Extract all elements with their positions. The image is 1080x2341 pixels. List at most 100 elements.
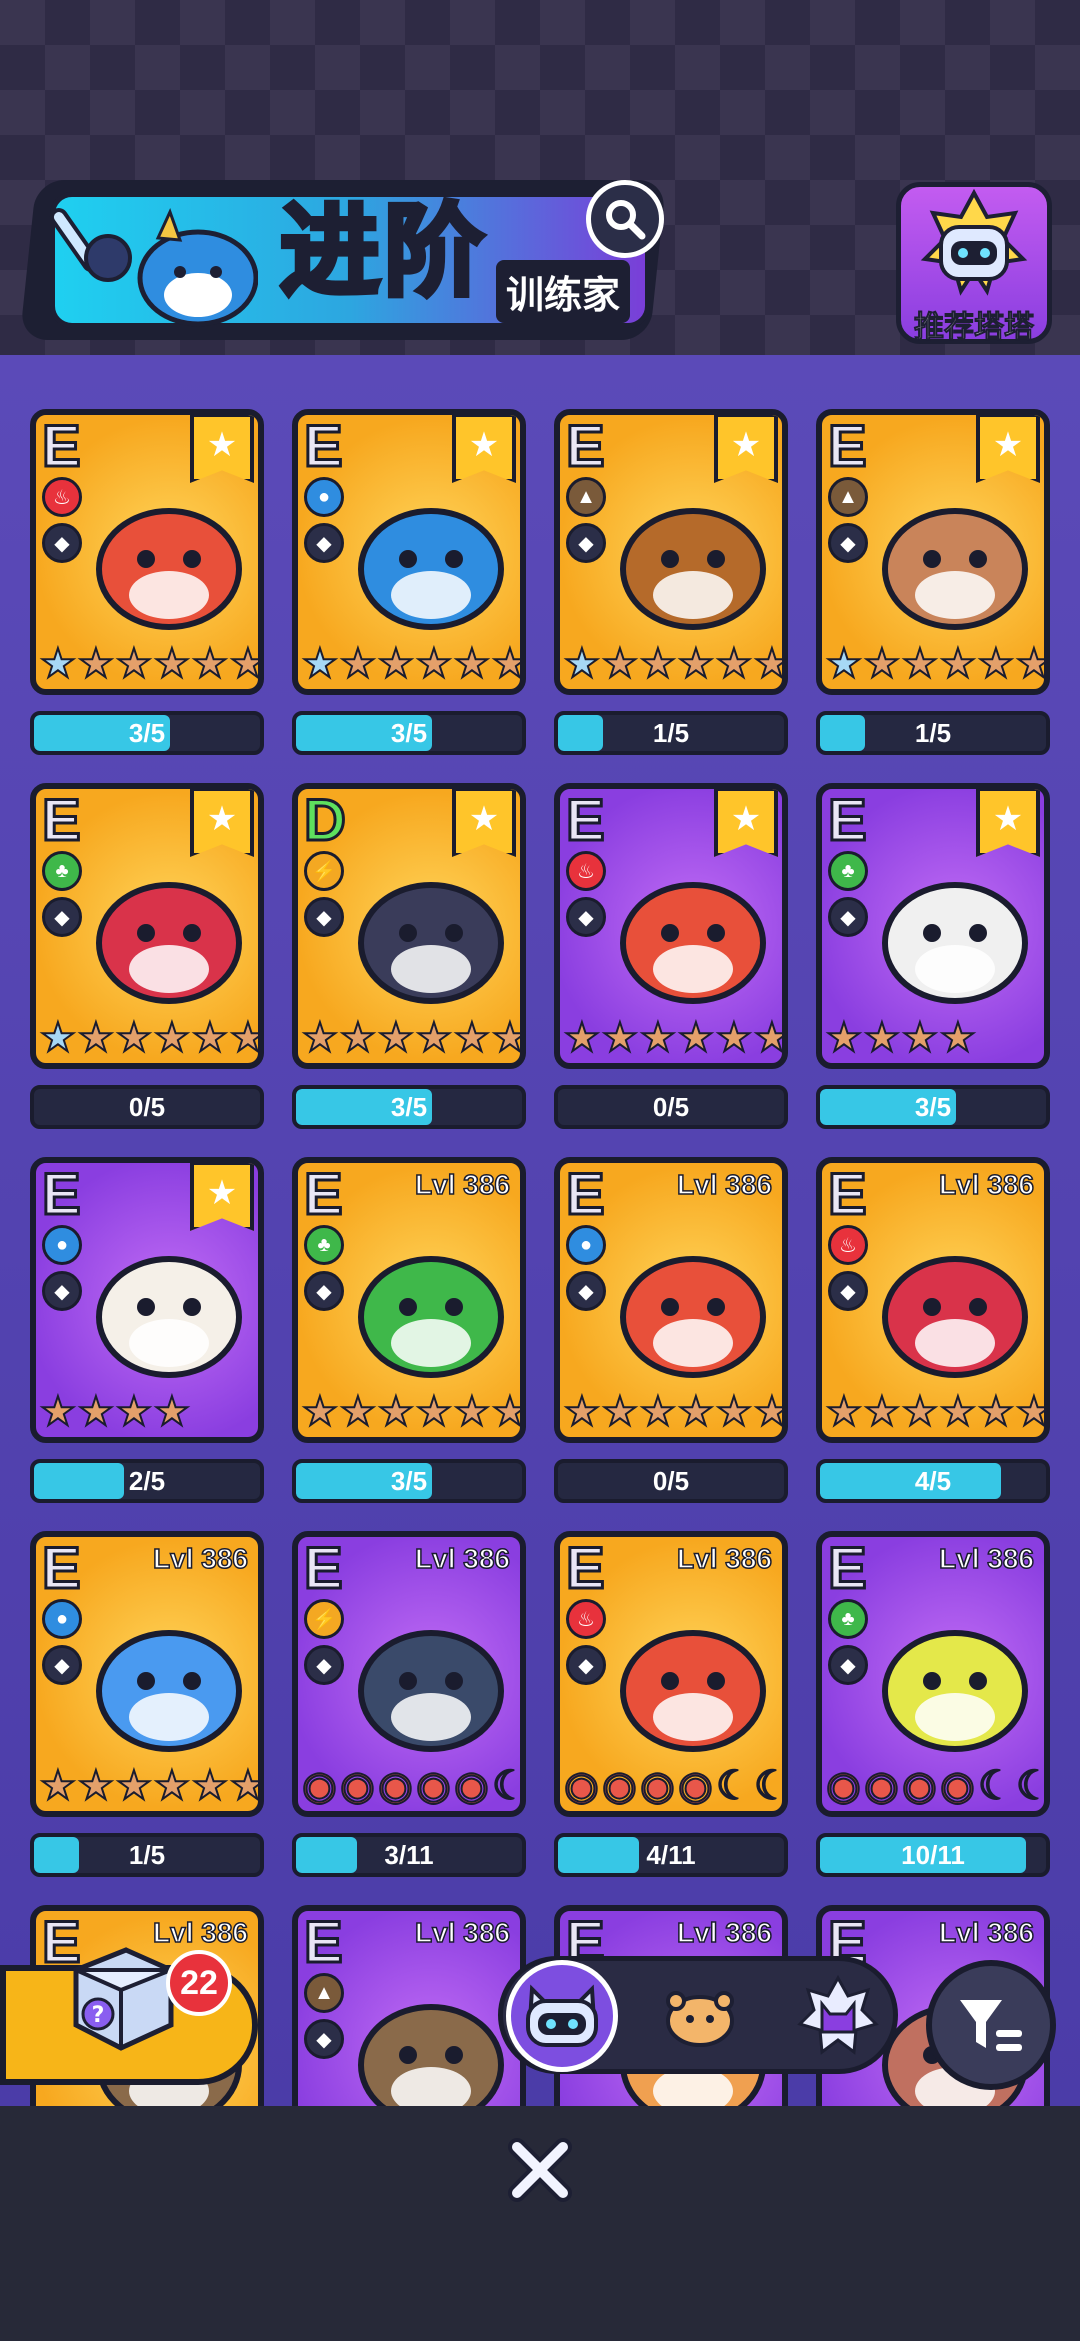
star-icon: ◉ bbox=[301, 1764, 338, 1808]
creature-card[interactable]: E ♣ ◆ ★ ★ ★ ★ ★ ★ ★ bbox=[30, 783, 264, 1069]
creature-card[interactable]: E ♨ ◆ Lvl 386 ◉ ◉ ◉ ◉ ☾ ☾ bbox=[554, 1531, 788, 1817]
progress-label: 3/11 bbox=[384, 1840, 434, 1870]
grade-label: E bbox=[303, 1536, 345, 1601]
creature-card[interactable]: E ● ◆ ★ ★ ★ ★ ★ bbox=[30, 1157, 264, 1443]
creature-card[interactable]: E ♨ ◆ Lvl 386 ★ ★ ★ ★ ★ ★ bbox=[816, 1157, 1050, 1443]
creature-card[interactable]: D ⚡ ◆ ★ ★ ★ ★ ★ ★ ★ bbox=[292, 783, 526, 1069]
favorite-star-icon[interactable]: ★ bbox=[190, 1163, 254, 1231]
star-icon: ☾ bbox=[753, 1764, 788, 1808]
progress-label: 4/11 bbox=[646, 1840, 696, 1870]
leaf-element-icon: ♣ bbox=[304, 1225, 344, 1265]
star-icon: ★ bbox=[977, 1390, 1015, 1434]
star-icon: ☾ bbox=[977, 1764, 1015, 1808]
water-element-icon: ● bbox=[42, 1599, 82, 1639]
star-rating: ★ ★ ★ ★ ★ ★ bbox=[825, 1390, 1044, 1434]
star-rating: ★ ★ ★ ★ ★ ★ bbox=[301, 1390, 520, 1434]
water-element-icon: ● bbox=[566, 1225, 606, 1265]
grade-label: E bbox=[565, 1162, 607, 1227]
favorite-star-icon[interactable]: ★ bbox=[976, 789, 1040, 857]
leaf-element-icon: ♣ bbox=[828, 851, 868, 891]
level-label: Lvl 386 bbox=[676, 1542, 772, 1575]
favorite-star-icon[interactable]: ★ bbox=[976, 415, 1040, 483]
creature-card[interactable]: E ♣ ◆ Lvl 386 ◉ ◉ ◉ ◉ ☾ ☾ bbox=[816, 1531, 1050, 1817]
role-icon: ◆ bbox=[566, 1271, 606, 1311]
creature-card[interactable]: E ● ◆ Lvl 386 ★ ★ ★ ★ ★ ★ bbox=[554, 1157, 788, 1443]
card-grid[interactable]: E ♨ ◆ ★ ★ ★ ★ ★ ★ ★ 3/5 E ● ◆ ★ ★ ★ ★ ★ ★ ★ 3/5 E ▲ ◆ ★ ★ ★ ★ ★ ★ ★ 1/5 E… bbox=[0, 355, 1080, 2110]
close-button[interactable] bbox=[500, 2130, 580, 2210]
star-rating: ★ ★ ★ ★ bbox=[39, 1391, 192, 1433]
star-icon: ★ bbox=[191, 1016, 229, 1060]
search-button[interactable] bbox=[586, 180, 664, 258]
star-icon: ★ bbox=[301, 1390, 339, 1434]
star-rating: ★ ★ ★ ★ ★ ★ bbox=[563, 1016, 782, 1060]
progress-label: 4/5 bbox=[914, 1466, 952, 1496]
progress-bar: 1/5 bbox=[816, 711, 1050, 755]
creature-card[interactable]: E ● ◆ Lvl 386 ★ ★ ★ ★ ★ ★ bbox=[30, 1531, 264, 1817]
favorite-star-icon[interactable]: ★ bbox=[190, 415, 254, 483]
grade-label: E bbox=[303, 1162, 345, 1227]
tab-hamster[interactable] bbox=[644, 1960, 756, 2072]
favorite-star-icon[interactable]: ★ bbox=[714, 415, 778, 483]
star-icon: ★ bbox=[601, 1390, 639, 1434]
mystery-box-icon[interactable]: ? bbox=[56, 1930, 186, 2060]
role-icon: ◆ bbox=[828, 1645, 868, 1685]
star-icon: ★ bbox=[901, 1390, 939, 1434]
grade-label: E bbox=[41, 414, 83, 479]
progress-bar: 3/5 bbox=[292, 1459, 526, 1503]
grade-label: E bbox=[565, 788, 607, 853]
star-icon: ★ bbox=[229, 1764, 264, 1808]
role-icon: ◆ bbox=[566, 523, 606, 563]
star-icon: ◉ bbox=[453, 1764, 490, 1808]
creature-card[interactable]: E▲ ◆ Lvl 386 bbox=[292, 1905, 526, 2110]
role-icon: ◆ bbox=[304, 897, 344, 937]
creature-card[interactable]: E ♣ ◆ Lvl 386 ★ ★ ★ ★ ★ ★ bbox=[292, 1157, 526, 1443]
grade-label: E bbox=[41, 1162, 83, 1227]
grade-label: E bbox=[827, 788, 869, 853]
tab-cat-robot[interactable] bbox=[506, 1960, 618, 2072]
star-rating: ★ ★ ★ ★ ★ ★ bbox=[39, 642, 258, 686]
favorite-star-icon[interactable]: ★ bbox=[714, 789, 778, 857]
favorite-star-icon[interactable]: ★ bbox=[452, 415, 516, 483]
star-icon: ★ bbox=[825, 1390, 863, 1434]
creature-card[interactable]: E ● ◆ ★ ★ ★ ★ ★ ★ ★ bbox=[292, 409, 526, 695]
star-icon: ★ bbox=[939, 1390, 977, 1434]
creature-card[interactable]: E ▲ ◆ ★ ★ ★ ★ ★ ★ ★ bbox=[554, 409, 788, 695]
creature-card[interactable]: E ♣ ◆ ★ ★ ★ ★ ★ bbox=[816, 783, 1050, 1069]
star-icon: ★ bbox=[377, 1016, 415, 1060]
creature-card[interactable]: E ♨ ◆ ★ ★ ★ ★ ★ ★ ★ bbox=[30, 409, 264, 695]
star-icon: ★ bbox=[339, 1016, 377, 1060]
creature-portrait bbox=[358, 2004, 504, 2110]
star-icon: ★ bbox=[39, 1764, 77, 1808]
progress-label: 3/5 bbox=[390, 718, 428, 748]
star-rating: ◉ ◉ ◉ ◉ ☾ ☾ bbox=[825, 1764, 1044, 1808]
grade-label: E bbox=[41, 1536, 83, 1601]
creature-portrait bbox=[882, 508, 1028, 630]
favorite-star-icon[interactable]: ★ bbox=[190, 789, 254, 857]
star-icon: ★ bbox=[191, 642, 229, 686]
creature-card[interactable]: E ▲ ◆ ★ ★ ★ ★ ★ ★ ★ bbox=[816, 409, 1050, 695]
favorite-star-icon[interactable]: ★ bbox=[452, 789, 516, 857]
role-icon: ◆ bbox=[828, 1271, 868, 1311]
purple-cat-icon bbox=[797, 1974, 879, 2055]
progress-label: 3/5 bbox=[390, 1466, 428, 1496]
grade-label: D bbox=[303, 788, 348, 853]
star-icon: ★ bbox=[339, 642, 377, 686]
role-icon: ◆ bbox=[304, 1645, 344, 1685]
role-icon: ◆ bbox=[828, 897, 868, 937]
star-icon: ◉ bbox=[939, 1764, 976, 1808]
star-rating: ★ ★ ★ ★ ★ ★ bbox=[301, 642, 520, 686]
grade-label: E bbox=[827, 414, 869, 479]
creature-card[interactable]: E ♨ ◆ ★ ★ ★ ★ ★ ★ ★ bbox=[554, 783, 788, 1069]
grade-label: E bbox=[41, 788, 83, 853]
star-icon: ★ bbox=[39, 642, 77, 686]
progress-bar: 4/5 bbox=[816, 1459, 1050, 1503]
level-label: Lvl 386 bbox=[414, 1168, 510, 1201]
progress-bar: 2/5 bbox=[30, 1459, 264, 1503]
filter-button[interactable] bbox=[926, 1960, 1056, 2090]
star-icon: ★ bbox=[639, 1016, 677, 1060]
star-icon: ★ bbox=[825, 1016, 863, 1060]
fire-element-icon: ♨ bbox=[42, 477, 82, 517]
creature-card[interactable]: E ⚡ ◆ Lvl 386 ◉ ◉ ◉ ◉ ◉ ☾ bbox=[292, 1531, 526, 1817]
tab-purple-cat[interactable] bbox=[782, 1960, 894, 2072]
progress-label: 3/5 bbox=[128, 718, 166, 748]
